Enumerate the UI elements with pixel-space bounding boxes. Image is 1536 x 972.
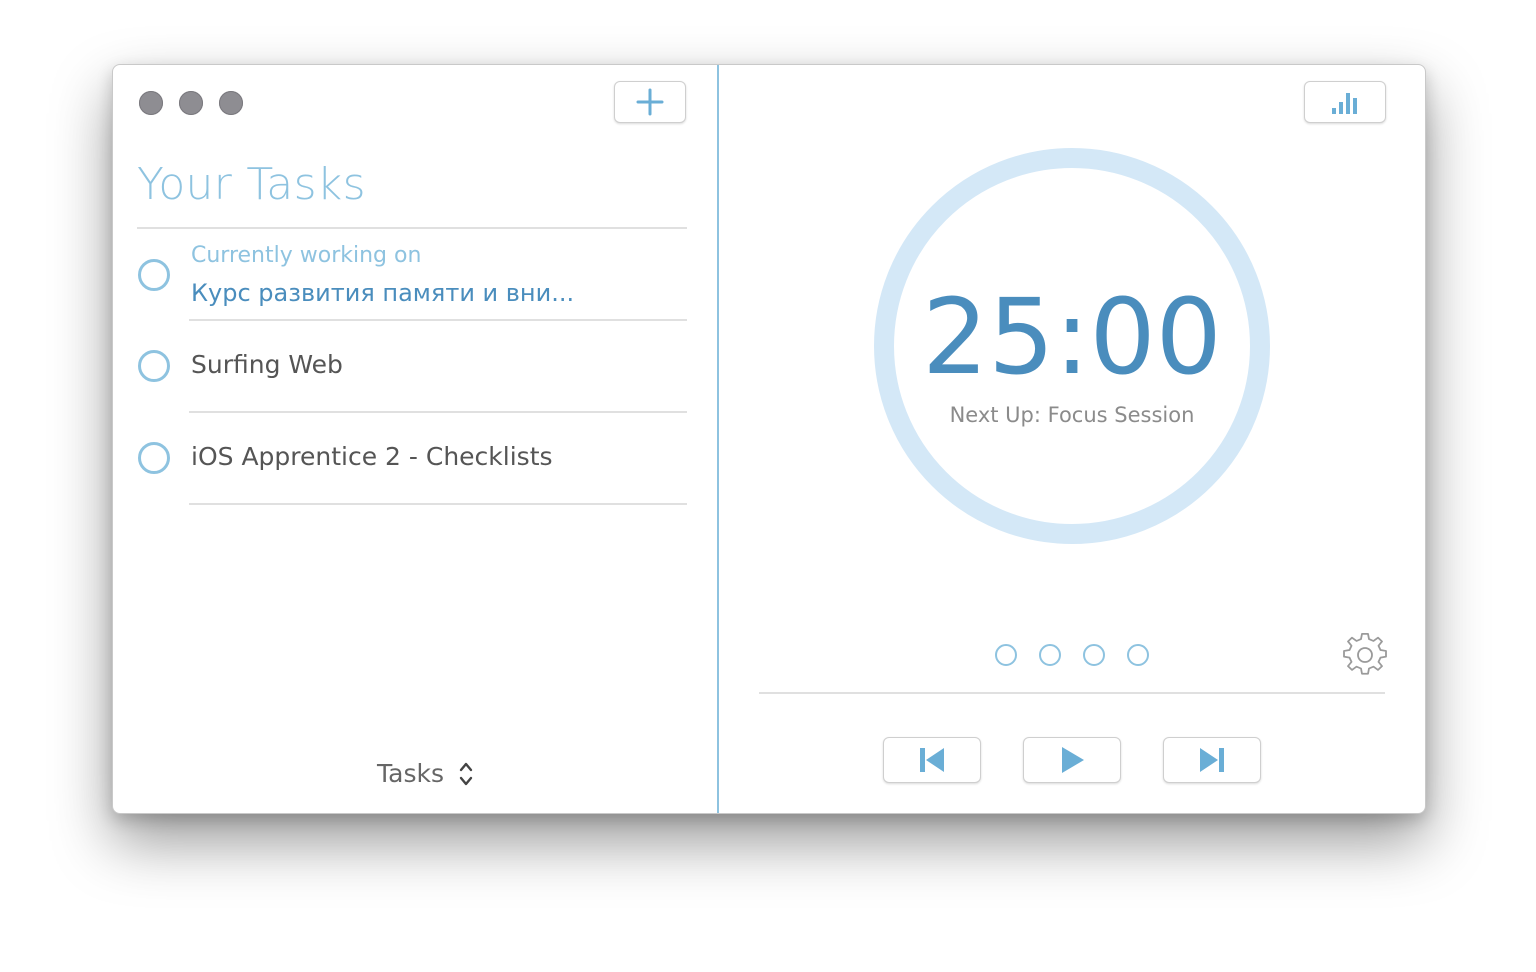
play-button[interactable] xyxy=(1023,737,1121,783)
timer-pane: 25:00 Next Up: Focus Session xyxy=(719,65,1425,813)
close-window-button[interactable] xyxy=(139,91,163,115)
skip-back-button[interactable] xyxy=(883,737,981,783)
up-down-chevron-icon xyxy=(459,762,473,785)
tasks-pane: Your Tasks Currently working on Курс раз… xyxy=(113,65,717,813)
session-indicators xyxy=(995,644,1149,666)
current-task-name: Курс развития памяти и вни... xyxy=(191,279,575,307)
window-controls xyxy=(139,91,243,115)
task-label: Surfing Web xyxy=(191,350,343,379)
page-title: Your Tasks xyxy=(137,159,366,210)
next-up-label: Next Up: Focus Session xyxy=(949,403,1195,427)
skip-forward-button[interactable] xyxy=(1163,737,1261,783)
tasks-selector-label: Tasks xyxy=(377,759,444,788)
bar-chart-icon xyxy=(1332,93,1357,114)
session-dot xyxy=(1039,644,1061,666)
session-dot xyxy=(995,644,1017,666)
zoom-window-button[interactable] xyxy=(219,91,243,115)
session-dot xyxy=(1083,644,1105,666)
task-checkbox[interactable] xyxy=(138,259,170,291)
session-dot xyxy=(1127,644,1149,666)
current-task-item[interactable]: Currently working on Курс развития памят… xyxy=(137,229,687,321)
timer-display: 25:00 xyxy=(922,276,1222,398)
gear-icon[interactable] xyxy=(1343,633,1387,677)
statistics-button[interactable] xyxy=(1304,81,1386,123)
divider xyxy=(759,692,1385,694)
task-item[interactable]: Surfing Web xyxy=(137,321,687,413)
minimize-window-button[interactable] xyxy=(179,91,203,115)
task-label: iOS Apprentice 2 - Checklists xyxy=(191,442,553,471)
skip-forward-icon xyxy=(1200,748,1224,772)
task-checkbox[interactable] xyxy=(138,350,170,382)
task-item[interactable]: iOS Apprentice 2 - Checklists xyxy=(137,413,687,505)
add-task-button[interactable] xyxy=(614,81,686,123)
skip-back-icon xyxy=(920,748,944,772)
tasks-selector[interactable]: Tasks xyxy=(377,759,474,788)
current-task-subtitle: Currently working on xyxy=(191,243,422,268)
app-window: Your Tasks Currently working on Курс раз… xyxy=(112,64,1426,814)
play-icon xyxy=(1062,747,1084,773)
divider xyxy=(189,503,687,505)
plus-icon xyxy=(636,88,664,116)
task-checkbox[interactable] xyxy=(138,442,170,474)
